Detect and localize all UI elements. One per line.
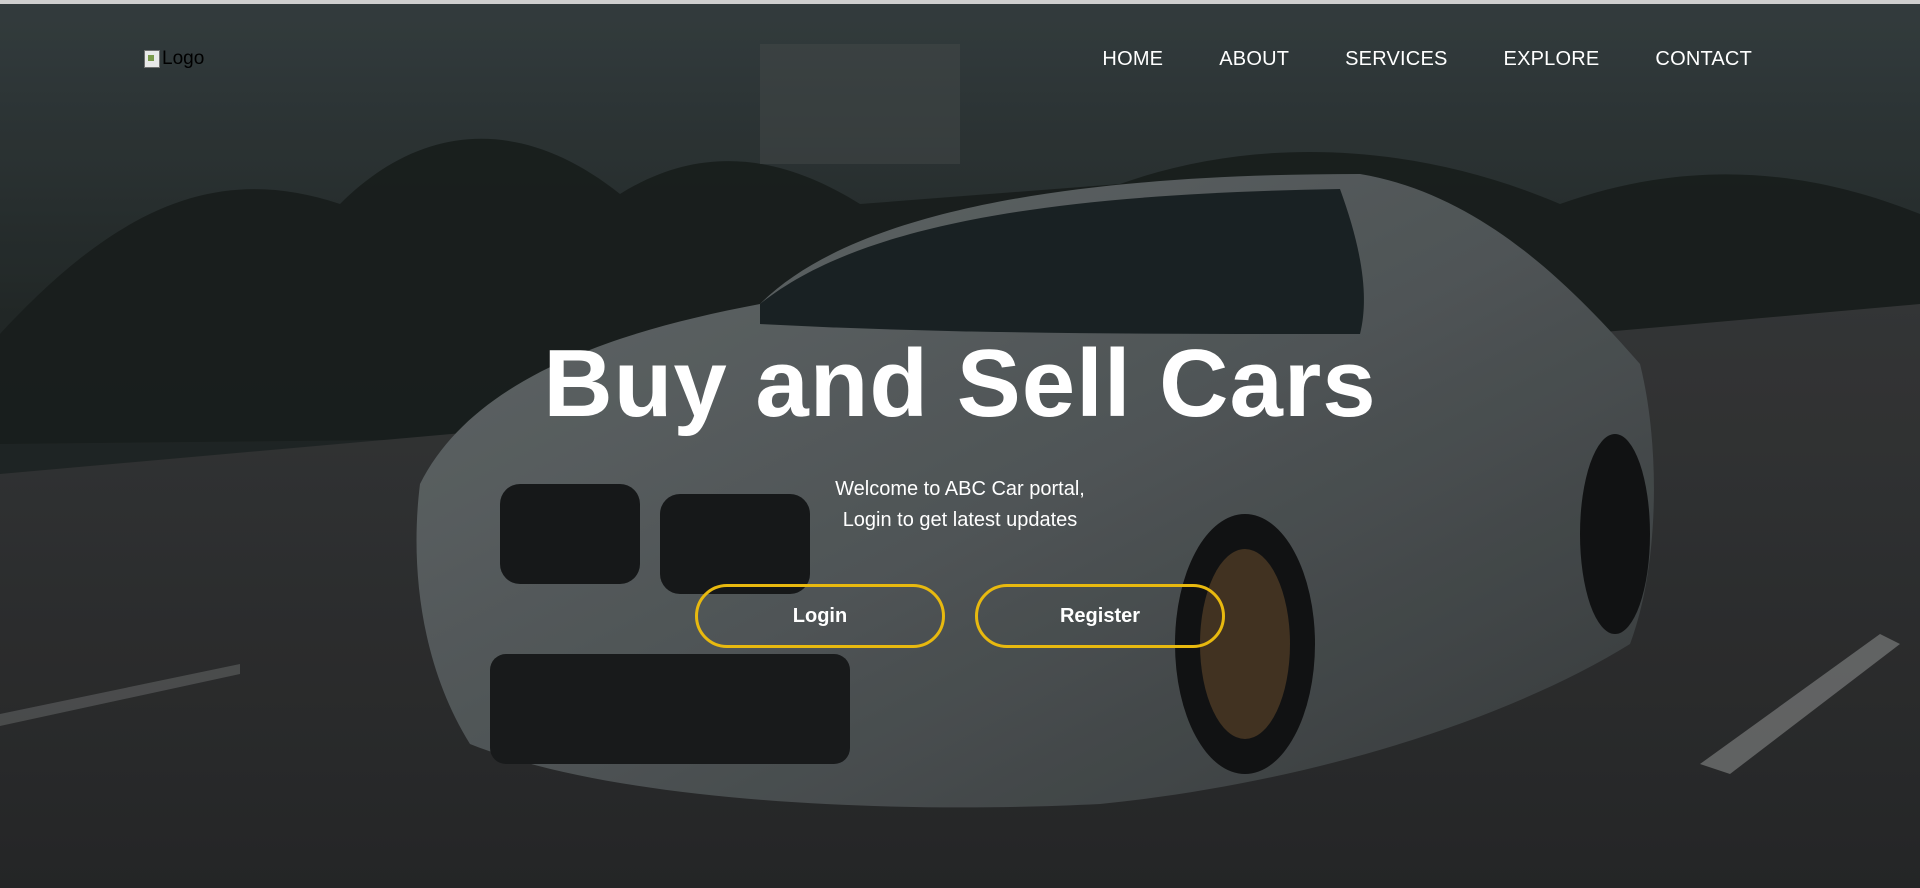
nav-home-link[interactable]: HOME	[1102, 48, 1163, 71]
logo-alt-text: Logo	[162, 48, 205, 69]
hero-subtitle-line-1: Welcome to ABC Car portal,	[835, 478, 1085, 500]
broken-image-icon	[144, 50, 160, 68]
nav-contact-link[interactable]: CONTACT	[1655, 48, 1752, 71]
hero-section: Logo HOME ABOUT SERVICES EXPLORE CONTACT…	[0, 0, 1920, 888]
nav-about-link[interactable]: ABOUT	[1219, 48, 1289, 71]
nav-explore-link[interactable]: EXPLORE	[1504, 48, 1600, 71]
hero-subtitle-line-2: Login to get latest updates	[842, 509, 1078, 531]
main-navigation: HOME ABOUT SERVICES EXPLORE CONTACT	[1102, 48, 1752, 71]
login-button[interactable]: Login	[695, 584, 945, 648]
hero-actions: Login Register	[0, 584, 1920, 648]
hero-subtitle: Welcome to ABC Car portal, Login to get …	[0, 474, 1920, 536]
site-logo[interactable]: Logo	[144, 48, 204, 70]
hero-headline: Buy and Sell Cars	[543, 330, 1377, 437]
nav-services-link[interactable]: SERVICES	[1345, 48, 1447, 71]
dark-overlay	[0, 4, 1920, 888]
register-button[interactable]: Register	[975, 584, 1225, 648]
